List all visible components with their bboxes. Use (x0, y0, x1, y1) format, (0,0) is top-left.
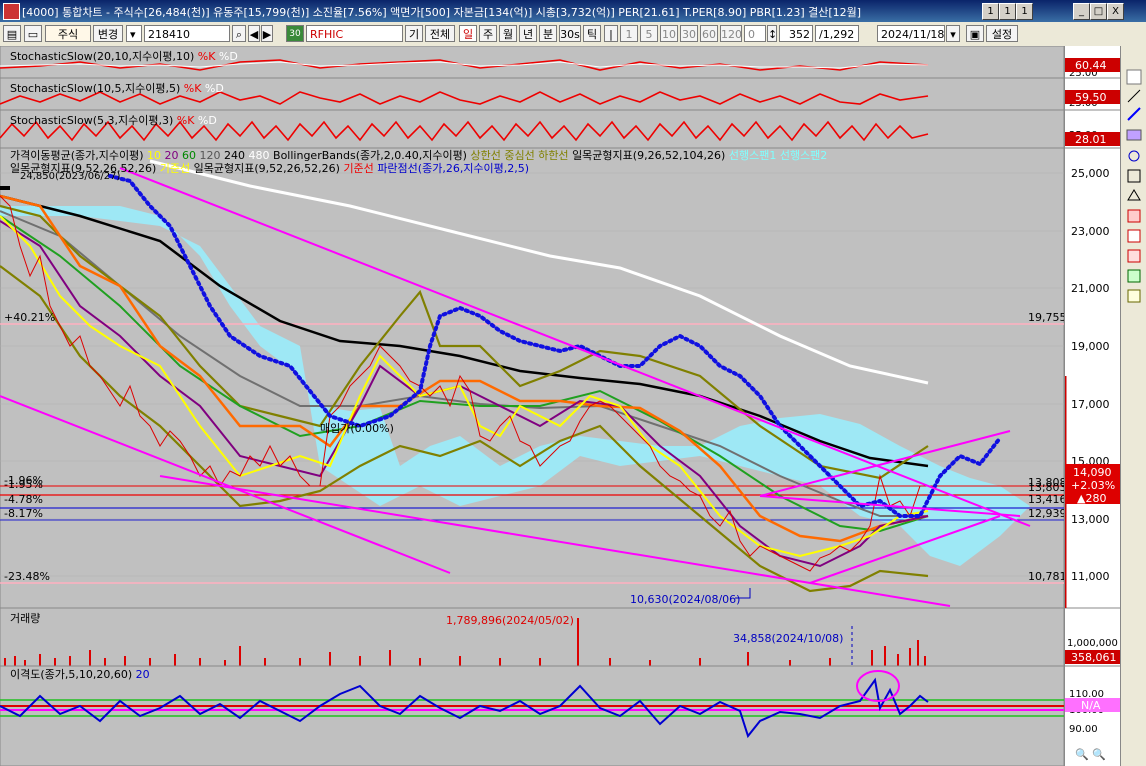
price-scale[interactable]: 25.00 60.44 25.00 59.50 25.00 28.01 25,0… (1064, 46, 1121, 766)
period-week[interactable]: 주 (479, 25, 497, 42)
disparity-value: N/A (1081, 699, 1101, 712)
fib-tool-icon[interactable] (1127, 209, 1141, 223)
interval-1[interactable]: 1 (620, 25, 638, 42)
count-input[interactable]: 0 (744, 25, 766, 42)
disparity-label: 이격도(종가,5,10,20,60) 20 (10, 668, 150, 681)
low-note: 10,630(2024/08/06) (630, 593, 740, 606)
layout-icon[interactable]: ▭ (24, 25, 42, 42)
level-right-4: 13,416 (1028, 493, 1064, 506)
period-day[interactable]: 일 (459, 25, 477, 42)
cloud-start-marker (0, 186, 10, 190)
toolbar: ▤ ▭ 주식 변경 ▾ 218410 ⌕ ◀ ▶ 30 RFHIC 기 전체 일… (0, 22, 1146, 47)
search-icon[interactable]: ⌕ (232, 25, 246, 42)
level-right-6: 10,781 (1028, 570, 1064, 583)
period-month[interactable]: 월 (499, 25, 517, 42)
ytick-3: 21,000 (1071, 282, 1110, 295)
ytick-7: 13,000 (1071, 513, 1110, 526)
pct-left-3: -1.95% (4, 478, 43, 491)
main-legend-1: 가격이동평균(종가,지수이평) 10 20 60 120 240 480 Bol… (10, 148, 827, 162)
count-spin-icon[interactable]: ↕ (767, 25, 777, 42)
ytick-5: 17,000 (1071, 398, 1110, 411)
period-ki[interactable]: 기 (405, 25, 423, 42)
total-count: /1,292 (815, 25, 859, 42)
pen-tool-icon[interactable] (1126, 129, 1142, 141)
interval-120[interactable]: 120 (720, 25, 742, 42)
interval-left[interactable]: | (604, 25, 618, 42)
volume-tick: 1,000,000 (1067, 638, 1118, 649)
level-right-5: 12,939 (1028, 507, 1064, 520)
ytick-8: 11,000 (1071, 570, 1110, 583)
prev-icon[interactable]: ◀ (248, 25, 260, 42)
pct-left-1: +40.21% (4, 311, 55, 324)
gann-tool-icon[interactable] (1127, 229, 1141, 243)
code-dropdown-icon[interactable]: ▾ (126, 25, 142, 42)
interval-30[interactable]: 30 (680, 25, 698, 42)
date-dropdown-icon[interactable]: ▾ (946, 25, 960, 42)
pct-left-5: -8.17% (4, 507, 43, 520)
app-icon (3, 3, 20, 20)
interval-60[interactable]: 60 (700, 25, 718, 42)
settings-button[interactable]: 설정 (986, 25, 1018, 42)
stoch3-label: StochasticSlow(5,3,지수이평,3) %K %D (10, 114, 217, 127)
period-tick[interactable]: 틱 (583, 25, 601, 42)
image-tool-icon[interactable] (1127, 289, 1141, 303)
market-select[interactable]: 주식 (45, 25, 91, 42)
panel-tool-icon[interactable] (1126, 69, 1142, 85)
period-minute[interactable]: 분 (539, 25, 557, 42)
high-note: 24,850(2023/06/27) (20, 171, 121, 182)
stoch1-label: StochasticSlow(20,10,지수이평,10) %K %D (10, 50, 238, 63)
zoom-icon[interactable]: 🔍 🔍 (1075, 747, 1106, 761)
badge-30: 30 (286, 25, 304, 42)
ytick-1: 25,000 (1071, 167, 1110, 180)
stock-name-field: RFHIC (306, 25, 403, 42)
stoch1-value: 60.44 (1075, 59, 1107, 72)
visible-count-input[interactable]: 352 (779, 25, 813, 42)
save-icon[interactable]: ▣ (966, 25, 984, 42)
extra-button-1[interactable]: 1 (982, 3, 999, 20)
title-bar: [4000] 통합차트 - 주식수[26,484(천)] 유동주[15,799(… (0, 0, 1146, 22)
code-input[interactable]: 218410 (144, 25, 230, 42)
stoch3-value: 28.01 (1075, 133, 1107, 146)
ytick-4: 19,000 (1071, 340, 1110, 353)
period-all[interactable]: 전체 (425, 25, 455, 42)
level-right-1: 19,755 (1028, 311, 1064, 324)
pct-left-4: -4.78% (4, 493, 43, 506)
chart-area[interactable]: StochasticSlow(20,10,지수이평,10) %K %D Stoc… (0, 46, 1064, 766)
volume-label: 거래량 (10, 612, 40, 625)
period-year[interactable]: 년 (519, 25, 537, 42)
buy-price-note: 매입가(0.00%) (320, 422, 394, 435)
next-icon[interactable]: ▶ (261, 25, 273, 42)
maximize-button[interactable]: □ (1090, 3, 1107, 20)
change-button[interactable]: 변경 (93, 25, 123, 42)
volume-mark-note: 34,858(2024/10/08) (733, 632, 843, 645)
current-diff: ▲280 (1077, 492, 1106, 505)
extra-button-2[interactable]: 1 (999, 3, 1016, 20)
interval-5[interactable]: 5 (640, 25, 658, 42)
volume-peak-note: 1,789,896(2024/05/02) (446, 614, 574, 627)
extra-button-3[interactable]: 1 (1016, 3, 1033, 20)
volume-value: 358,061 (1071, 651, 1117, 664)
pct-left-6: -23.48% (4, 570, 50, 583)
stoch2-value: 59.50 (1075, 91, 1107, 104)
current-price: 14,090 (1073, 466, 1112, 479)
ytick-2: 23,000 (1071, 225, 1110, 238)
text-tool-icon[interactable] (1127, 269, 1141, 283)
close-button[interactable]: X (1107, 3, 1124, 20)
drawing-toolbar (1120, 46, 1146, 766)
chart-type-icon[interactable]: ▤ (3, 25, 21, 42)
window-title: [4000] 통합차트 - 주식수[26,484(천)] 유동주[15,799(… (22, 6, 862, 19)
disp-tick-3: 90.00 (1069, 724, 1098, 735)
interval-10[interactable]: 10 (660, 25, 678, 42)
stoch2-label: StochasticSlow(10,5,지수이평,5) %K %D (10, 82, 224, 95)
current-change: +2.03% (1071, 479, 1115, 492)
minimize-button[interactable]: _ (1073, 3, 1090, 20)
period-tool-icon[interactable] (1127, 249, 1141, 263)
date-input[interactable]: 2024/11/18 (877, 25, 945, 42)
period-30s[interactable]: 30s (559, 25, 581, 42)
